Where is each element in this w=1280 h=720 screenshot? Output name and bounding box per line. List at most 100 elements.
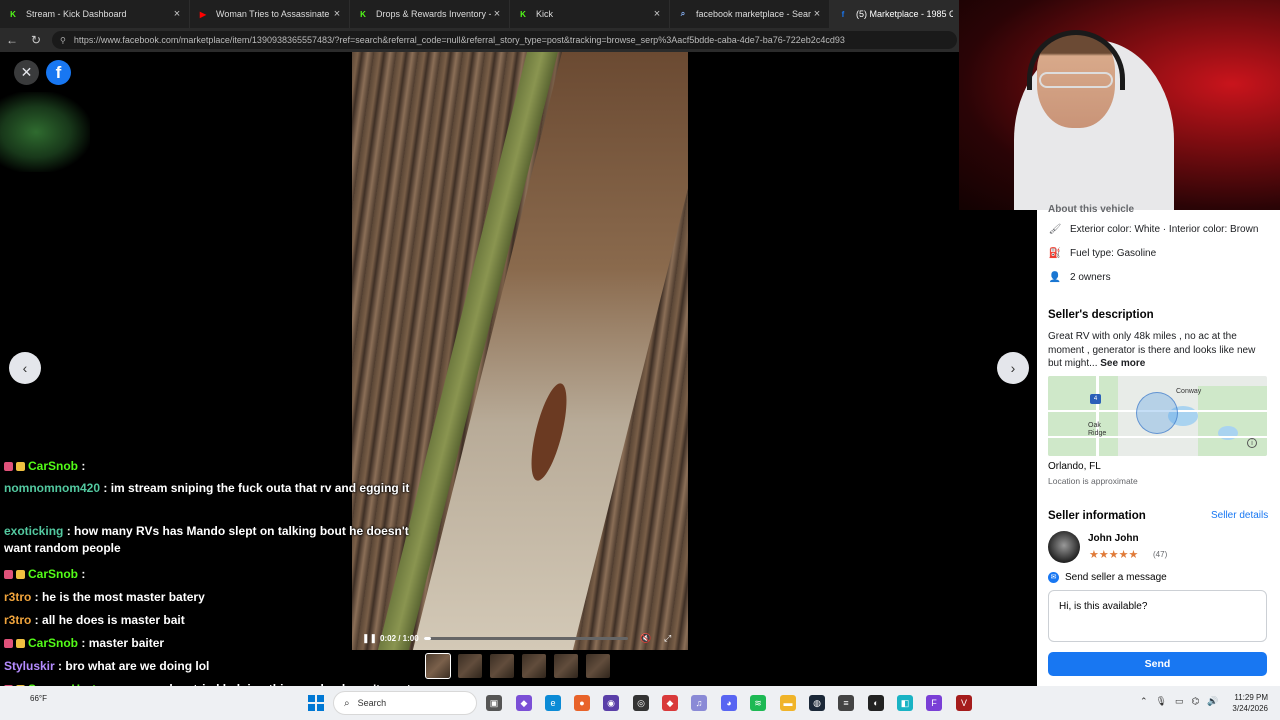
description-text: Great RV with only 48k miles , no ac at … — [1048, 331, 1256, 369]
app-icon-dark[interactable]: ◐ — [868, 695, 884, 711]
edge-icon[interactable]: e — [545, 695, 561, 711]
media-thumbnail[interactable] — [490, 654, 514, 678]
chat-message: exoticking : how many RVs has Mando slep… — [4, 523, 424, 557]
send-message-heading: ✉ Send seller a message — [1048, 572, 1167, 583]
app-icon-stack[interactable]: ≡ — [838, 695, 854, 711]
approx-location-circle — [1136, 392, 1178, 434]
chat-username[interactable]: r3tro — [4, 590, 31, 604]
message-input[interactable]: Hi, is this available? — [1048, 590, 1267, 642]
chat-message: r3tro : all he does is master bait — [4, 612, 424, 629]
chat-username[interactable]: nomnomnom420 — [4, 481, 100, 495]
video-frame-floor — [407, 52, 688, 650]
seller-details-link[interactable]: Seller details — [1211, 510, 1268, 521]
fullscreen-icon[interactable]: ⤢ — [664, 633, 671, 644]
listing-sidebar: About this vehicle 🖌 Exterior color: Whi… — [1037, 204, 1280, 686]
media-thumbnail[interactable] — [554, 654, 578, 678]
back-arrow-icon[interactable]: ← — [0, 33, 24, 47]
fuel-row: ⛽ Fuel type: Gasoline — [1048, 248, 1156, 259]
chat-username[interactable]: Styluskir — [4, 659, 55, 673]
display-icon[interactable]: ▭ — [1175, 696, 1184, 707]
seller-avatar[interactable] — [1048, 531, 1080, 563]
chrome-icon[interactable]: ◎ — [633, 695, 649, 711]
taskbar-search-placeholder: Search — [357, 698, 387, 708]
chat-separator: : — [31, 613, 43, 627]
file-explorer-icon[interactable]: ▬ — [780, 695, 796, 711]
media-thumbnail[interactable] — [458, 654, 482, 678]
spotify-icon[interactable]: ≋ — [750, 695, 766, 711]
chat-message: r3tro : he is the most master batery — [4, 589, 424, 606]
browser-tab[interactable]: ⌕ facebook marketplace - Search × — [670, 0, 830, 28]
clock[interactable]: 11:29 PM 3/24/2026 — [1220, 692, 1268, 714]
chat-badge-icon — [16, 570, 25, 580]
stream-chat-overlay: CarSnob : nomnomnom420 : im stream snipi… — [0, 458, 430, 720]
close-tab-icon[interactable]: × — [171, 8, 183, 20]
video-progress-bar[interactable] — [424, 636, 628, 640]
taskbar: 66°F ⌕ Search ▣ ◆ e ● ◉ ◎ ◆ ♫ ◕ ≋ ▬ ◍ ≡ … — [0, 686, 1280, 720]
taskbar-search[interactable]: ⌕ Search — [333, 691, 477, 715]
music-icon[interactable]: ♫ — [691, 695, 707, 711]
exterior-text: Exterior color: White · Interior color: … — [1070, 224, 1259, 235]
microphone-icon[interactable]: 🎙 — [1156, 696, 1167, 707]
system-tray: ⌃ 🎙 ▭ ⌬ 🔊 — [1140, 696, 1219, 707]
close-icon[interactable]: ✕ — [14, 60, 39, 85]
obs-icon[interactable]: ◉ — [603, 695, 619, 711]
browser-tab-label: Stream - Kick Dashboard — [26, 9, 127, 19]
app-icon-red[interactable]: ◆ — [662, 695, 678, 711]
firefox-icon[interactable]: ● — [574, 695, 590, 711]
location-map[interactable]: 4 Conway Oak Ridge i — [1048, 376, 1267, 456]
mute-icon[interactable]: 🔇 — [640, 633, 658, 644]
browser-tab[interactable]: K Stream - Kick Dashboard × — [0, 0, 190, 28]
previous-arrow-icon[interactable]: ‹ — [9, 352, 41, 384]
reload-icon[interactable]: ↻ — [24, 33, 48, 47]
browser-tab-bar: K Stream - Kick Dashboard × ▶ Woman Tries to… — [0, 0, 960, 28]
chevron-up-icon[interactable]: ⌃ — [1140, 696, 1148, 707]
chat-message: nomnomnom420 : im stream sniping the fuc… — [4, 480, 424, 497]
site-info-icon[interactable]: ⚲ — [60, 36, 66, 45]
app-icon-fx[interactable]: F — [926, 695, 942, 711]
browser-tab[interactable]: ▶ Woman Tries to Assassinate Cop D× — [190, 0, 350, 28]
send-button[interactable]: Send — [1048, 652, 1267, 676]
browser-tab[interactable]: f (5) Marketplace - 1985 Chevrolet — [830, 0, 960, 28]
map-label-oak-ridge: Oak Ridge — [1088, 422, 1107, 437]
chat-username[interactable]: CarSnob — [28, 636, 78, 650]
close-tab-icon[interactable]: × — [491, 8, 503, 20]
section-title: About this vehicle — [1048, 204, 1135, 215]
search-icon: ⌕ — [680, 9, 686, 18]
chat-username[interactable]: CarSnob — [28, 567, 78, 581]
browser-tab[interactable]: K Drops & Rewards Inventory - Kick× — [350, 0, 510, 28]
browser-tab[interactable]: K Kick × — [510, 0, 670, 28]
chat-username[interactable]: r3tro — [4, 613, 31, 627]
media-thumbnails — [425, 653, 610, 679]
task-view-icon[interactable]: ▣ — [486, 695, 502, 711]
steam-icon[interactable]: ◍ — [809, 695, 825, 711]
facebook-logo-icon[interactable]: f — [46, 60, 71, 85]
chat-username[interactable]: exoticking — [4, 524, 63, 538]
app-icon-cyan[interactable]: ◧ — [897, 695, 913, 711]
close-tab-icon[interactable]: × — [651, 8, 663, 20]
weather-widget[interactable]: 66°F — [30, 694, 47, 703]
chat-username[interactable]: CarSnob — [28, 459, 78, 473]
chat-message: CarSnob : — [4, 566, 424, 583]
kick-icon: K — [520, 9, 526, 19]
seller-name[interactable]: John John — [1088, 533, 1139, 544]
discord-icon[interactable]: ◕ — [721, 695, 737, 711]
chat-message: Styluskir : bro what are we doing lol — [4, 658, 424, 675]
next-arrow-icon[interactable]: › — [997, 352, 1029, 384]
volume-icon[interactable]: 🔊 — [1207, 696, 1218, 707]
url-field[interactable]: ⚲ https://www.facebook.com/marketplace/i… — [52, 31, 957, 49]
seller-rating-stars: ★★★★★ — [1089, 549, 1139, 561]
owners-text: 2 owners — [1070, 272, 1111, 283]
network-icon[interactable]: ⌬ — [1192, 696, 1200, 707]
chat-separator: : — [31, 590, 43, 604]
map-info-icon[interactable]: i — [1247, 438, 1257, 448]
media-thumbnail[interactable] — [586, 654, 610, 678]
close-tab-icon[interactable]: × — [811, 8, 823, 20]
app-icon-v[interactable]: V — [956, 695, 972, 711]
see-more-link[interactable]: See more — [1100, 358, 1145, 369]
copilot-icon[interactable]: ◆ — [516, 695, 532, 711]
windows-start-icon[interactable] — [308, 695, 324, 711]
chat-message: CarSnob : — [4, 458, 424, 475]
chat-badge-icon — [4, 570, 13, 580]
close-tab-icon[interactable]: × — [331, 8, 343, 20]
media-thumbnail[interactable] — [522, 654, 546, 678]
